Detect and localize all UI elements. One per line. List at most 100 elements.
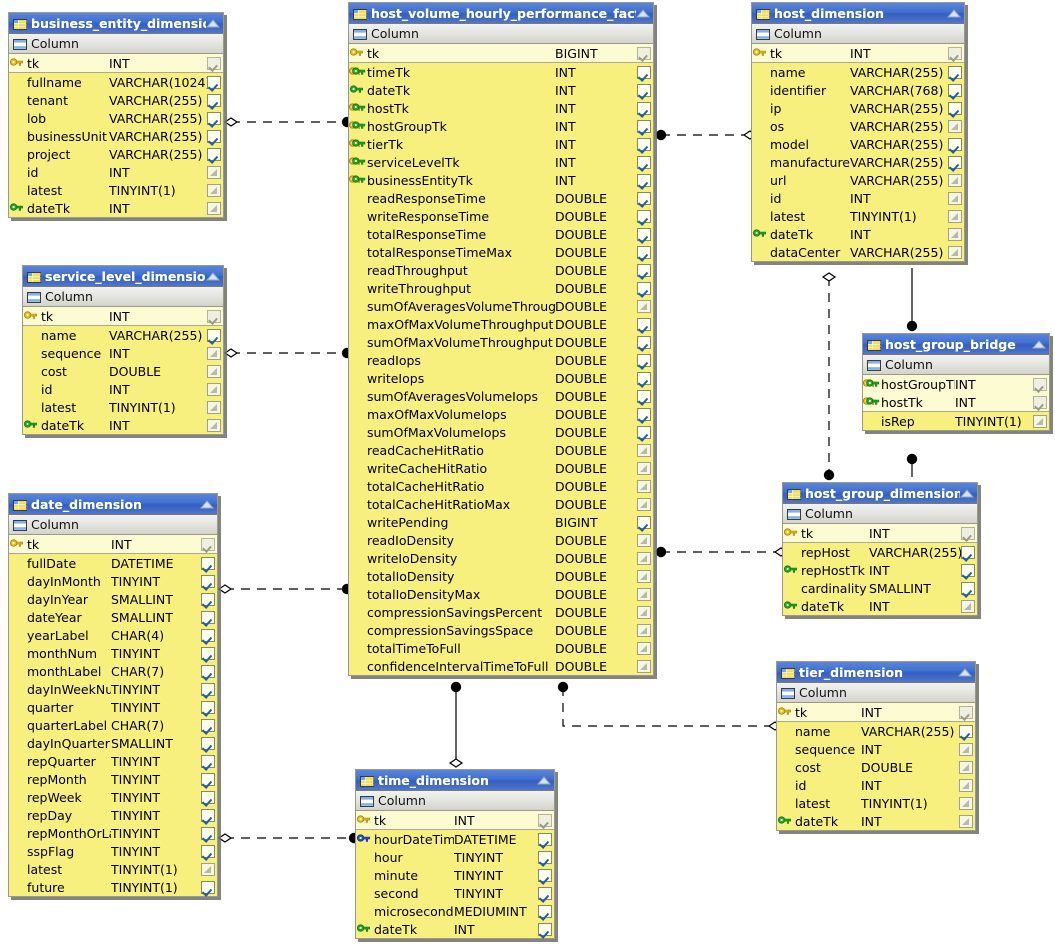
table-host_group_dimension[interactable]: host_group_dimension Column tk INT repHost VA… (782, 482, 978, 616)
column-notnull-checkbox[interactable] (637, 299, 651, 313)
column-notnull-checkbox[interactable] (201, 826, 215, 840)
column-row[interactable]: latest TINYINT(1) (9, 181, 223, 199)
column-row[interactable]: fullDate DATETIME (9, 554, 217, 572)
column-notnull-checkbox[interactable] (637, 659, 651, 673)
collapse-arrow-icon[interactable] (206, 271, 220, 281)
column-notnull-checkbox[interactable] (207, 418, 221, 432)
column-row[interactable]: repWeek TINYINT (9, 788, 217, 806)
column-notnull-checkbox[interactable] (207, 346, 221, 360)
column-row[interactable]: maxOfMaxVolumeIops DOUBLE (349, 405, 653, 423)
collapse-arrow-icon[interactable] (958, 667, 972, 677)
column-notnull-checkbox[interactable] (207, 111, 221, 125)
rel-business-entity-fact[interactable] (223, 116, 353, 128)
column-notnull-checkbox[interactable] (201, 537, 215, 551)
column-notnull-checkbox[interactable] (637, 533, 651, 547)
column-row[interactable]: latest TINYINT(1) (9, 860, 217, 878)
column-row[interactable]: sspFlag TINYINT (9, 842, 217, 860)
column-notnull-checkbox[interactable] (948, 101, 962, 115)
column-notnull-checkbox[interactable] (637, 245, 651, 259)
column-row[interactable]: businessEntityTk INT (349, 171, 653, 189)
column-notnull-checkbox[interactable] (201, 844, 215, 858)
rel-fact-host[interactable] (655, 129, 758, 141)
column-notnull-checkbox[interactable] (538, 922, 552, 936)
table-title-bar[interactable]: date_dimension (9, 494, 217, 515)
column-row[interactable]: latest TINYINT(1) (23, 398, 223, 416)
column-row[interactable]: readIops DOUBLE (349, 351, 653, 369)
column-row[interactable]: dayInMonth TINYINT (9, 572, 217, 590)
column-notnull-checkbox[interactable] (637, 83, 651, 97)
column-notnull-checkbox[interactable] (207, 165, 221, 179)
column-notnull-checkbox[interactable] (961, 599, 975, 613)
column-row[interactable]: cost DOUBLE (777, 758, 975, 776)
column-row[interactable]: id INT (752, 189, 964, 207)
column-row[interactable]: totalResponseTime DOUBLE (349, 225, 653, 243)
column-notnull-checkbox[interactable] (948, 46, 962, 60)
column-notnull-checkbox[interactable] (207, 201, 221, 215)
column-row[interactable]: repHost VARCHAR(255) (783, 543, 977, 561)
column-notnull-checkbox[interactable] (201, 610, 215, 624)
column-row[interactable]: repMonthOrLatestTINYINT (9, 824, 217, 842)
column-notnull-checkbox[interactable] (948, 65, 962, 79)
column-row[interactable]: repDay TINYINT (9, 806, 217, 824)
column-row[interactable]: dateTk INT (23, 416, 223, 434)
column-notnull-checkbox[interactable] (637, 155, 651, 169)
column-notnull-checkbox[interactable] (201, 718, 215, 732)
column-row[interactable]: model VARCHAR(255) (752, 135, 964, 153)
column-notnull-checkbox[interactable] (637, 587, 651, 601)
column-row[interactable]: writeIops DOUBLE (349, 369, 653, 387)
column-row[interactable]: microsecond MEDIUMINT (356, 902, 554, 920)
column-notnull-checkbox[interactable] (201, 682, 215, 696)
column-group-header[interactable]: Column (23, 287, 223, 307)
column-row[interactable]: cost DOUBLE (23, 362, 223, 380)
column-group-header[interactable]: Column (783, 504, 977, 524)
column-row[interactable]: tk INT (783, 524, 977, 542)
column-notnull-checkbox[interactable] (637, 551, 651, 565)
column-row[interactable]: dateTk INT (349, 81, 653, 99)
column-row[interactable]: dateTk INT (783, 597, 977, 615)
column-notnull-checkbox[interactable] (637, 65, 651, 79)
column-row[interactable]: sumOfMaxVolumeIops DOUBLE (349, 423, 653, 441)
column-row[interactable]: second TINYINT (356, 884, 554, 902)
column-row[interactable]: lob VARCHAR(255) (9, 109, 223, 127)
table-title-bar[interactable]: time_dimension (356, 770, 554, 791)
column-row[interactable]: totalIoDensityMax DOUBLE (349, 585, 653, 603)
column-row[interactable]: project VARCHAR(255) (9, 145, 223, 163)
column-row[interactable]: cardinality SMALLINT (783, 579, 977, 597)
column-notnull-checkbox[interactable] (959, 705, 973, 719)
table-title-bar[interactable]: tier_dimension (777, 662, 975, 683)
table-host_group_bridge[interactable]: host_group_bridge Column hostGroupTk INT hos… (862, 333, 1050, 431)
column-row[interactable]: writeThroughput DOUBLE (349, 279, 653, 297)
column-group-header[interactable]: Column (9, 515, 217, 535)
column-notnull-checkbox[interactable] (959, 778, 973, 792)
column-row[interactable]: fullname VARCHAR(1024) (9, 73, 223, 91)
column-notnull-checkbox[interactable] (637, 443, 651, 457)
collapse-arrow-icon[interactable] (947, 8, 961, 18)
column-notnull-checkbox[interactable] (207, 328, 221, 342)
column-row[interactable]: repMonth TINYINT (9, 770, 217, 788)
column-row[interactable]: readIoDensity DOUBLE (349, 531, 653, 549)
column-notnull-checkbox[interactable] (207, 382, 221, 396)
column-row[interactable]: tenant VARCHAR(255) (9, 91, 223, 109)
column-notnull-checkbox[interactable] (637, 605, 651, 619)
column-notnull-checkbox[interactable] (201, 646, 215, 660)
column-notnull-checkbox[interactable] (637, 281, 651, 295)
column-row[interactable]: readCacheHitRatio DOUBLE (349, 441, 653, 459)
column-notnull-checkbox[interactable] (201, 808, 215, 822)
column-row[interactable]: name VARCHAR(255) (23, 326, 223, 344)
column-row[interactable]: dateTk INT (752, 225, 964, 243)
table-title-bar[interactable]: host_group_dimension (783, 483, 977, 504)
column-row[interactable]: hour TINYINT (356, 848, 554, 866)
column-row[interactable]: tk INT (777, 703, 975, 721)
column-row[interactable]: totalIoDensity DOUBLE (349, 567, 653, 585)
column-notnull-checkbox[interactable] (637, 101, 651, 115)
column-row[interactable]: totalResponseTimeMax DOUBLE (349, 243, 653, 261)
table-date_dimension[interactable]: date_dimension Column tk INT fullDate DATETIM… (8, 493, 218, 897)
table-title-bar[interactable]: host_dimension (752, 3, 964, 24)
column-notnull-checkbox[interactable] (637, 191, 651, 205)
column-notnull-checkbox[interactable] (637, 119, 651, 133)
table-service_level_dimension[interactable]: service_level_dimension Column tk INT name VA… (22, 265, 224, 435)
column-row[interactable]: readThroughput DOUBLE (349, 261, 653, 279)
column-row[interactable]: id INT (9, 163, 223, 181)
column-notnull-checkbox[interactable] (948, 173, 962, 187)
column-row[interactable]: writePending BIGINT (349, 513, 653, 531)
